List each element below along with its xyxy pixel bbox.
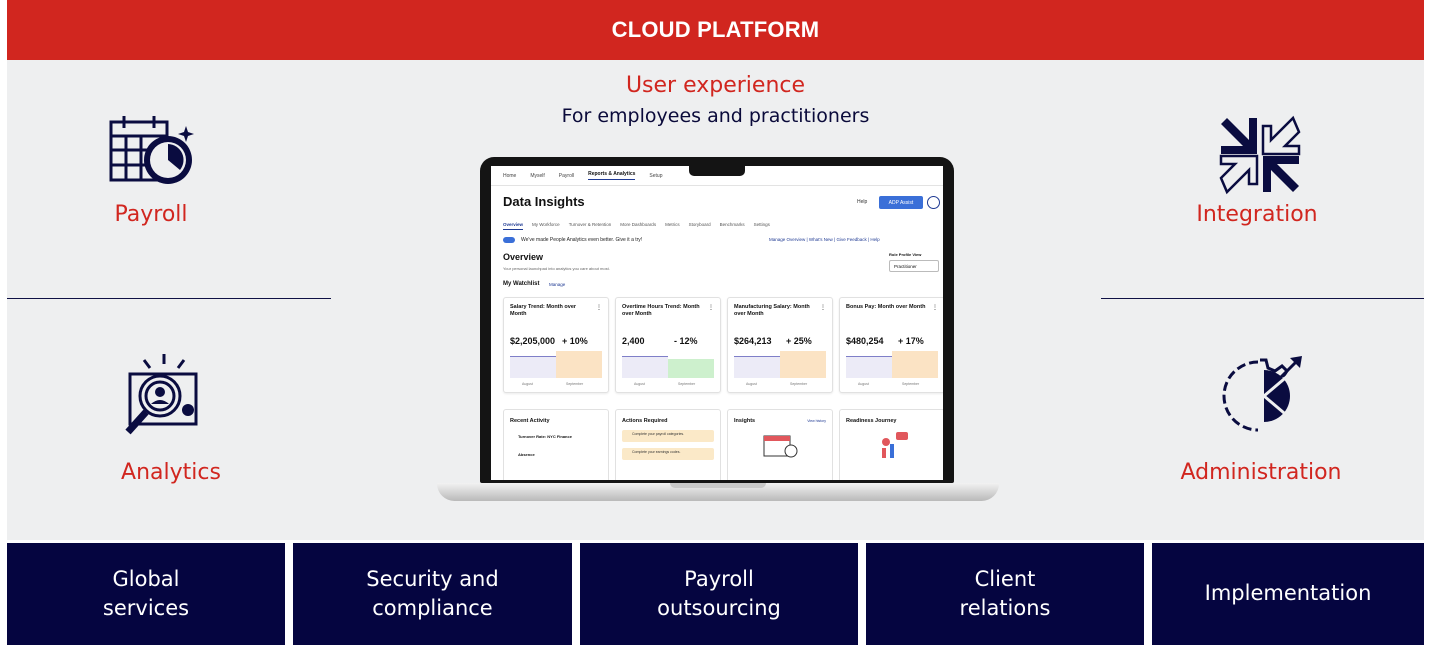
- tab-my-workforce[interactable]: My Workforce: [532, 222, 560, 230]
- watchlist-card[interactable]: Manufacturing Salary: Month over Month ⋮ $…: [727, 297, 833, 393]
- readiness-title: Readiness Journey: [846, 418, 897, 424]
- card-menu-icon[interactable]: ⋮: [708, 304, 714, 311]
- card-menu-icon[interactable]: ⋮: [596, 304, 602, 311]
- integration-label: Integration: [1196, 202, 1318, 227]
- global-services-box: Global services: [7, 543, 285, 645]
- insights-panel: Insights View history: [727, 409, 833, 480]
- readiness-illustration-icon: [882, 432, 908, 458]
- arrows-merge-icon: [1219, 115, 1301, 195]
- axis-label: September: [902, 382, 920, 386]
- action-item[interactable]: Complete your earnings codes.: [622, 448, 714, 460]
- card-title: Salary Trend: Month over Month: [510, 304, 577, 317]
- watchlist-heading: My Watchlist: [503, 281, 540, 287]
- current-month-bar: [780, 351, 826, 378]
- overview-heading: Overview: [503, 252, 544, 262]
- implementation-box: Implementation: [1152, 543, 1424, 645]
- tab-settings[interactable]: Settings: [754, 222, 770, 230]
- current-month-bar: [892, 351, 938, 378]
- card-change: - 12%: [674, 336, 698, 346]
- analytics-label: Analytics: [121, 460, 221, 485]
- card-change: + 17%: [898, 336, 924, 346]
- card-change: + 10%: [562, 336, 588, 346]
- laptop-screen: Home Myself Payroll Reports & Analytics …: [491, 166, 943, 480]
- favorite-icon[interactable]: [927, 196, 940, 209]
- tab-storyboard[interactable]: Storyboard: [689, 222, 711, 230]
- assist-button[interactable]: ADP Assist: [879, 196, 923, 209]
- card-value: 2,400: [622, 336, 645, 346]
- recent-activity-title: Recent Activity: [510, 418, 550, 424]
- nav-reports-analytics[interactable]: Reports & Analytics: [588, 171, 636, 180]
- recent-activity-panel: Recent Activity Turnover Rate: NYC Finan…: [503, 409, 609, 480]
- actions-required-panel: Actions Required Complete your payroll c…: [615, 409, 721, 480]
- axis-label: August: [858, 382, 869, 386]
- laptop-groove: [670, 483, 766, 488]
- payroll-outsourcing-box: Payroll outsourcing: [580, 543, 858, 645]
- tab-metrics[interactable]: Metrics: [665, 222, 680, 230]
- previous-month-bar: [510, 356, 556, 378]
- magnifier-analytics-icon: [125, 354, 198, 435]
- user-experience-title: User experience: [625, 73, 806, 98]
- activity-item[interactable]: Absence: [518, 452, 535, 457]
- help-link[interactable]: Help: [857, 199, 867, 205]
- camera-notch: [689, 166, 745, 176]
- card-title: Bonus Pay: Month over Month: [846, 304, 926, 310]
- payroll-label: Payroll: [114, 202, 188, 227]
- promo-text: We've made People Analytics even better.…: [521, 237, 643, 243]
- right-divider: [1101, 298, 1424, 299]
- nav-payroll[interactable]: Payroll: [559, 173, 574, 179]
- manage-link[interactable]: Manage: [549, 282, 565, 287]
- current-month-bar: [668, 359, 714, 378]
- axis-label: August: [746, 382, 757, 386]
- left-divider: [7, 298, 331, 299]
- watchlist-card[interactable]: Salary Trend: Month over Month ⋮ $2,205,00…: [503, 297, 609, 393]
- screen-title: Data Insights: [503, 194, 585, 209]
- tab-turnover[interactable]: Turnover & Retention: [569, 222, 612, 230]
- previous-month-bar: [846, 356, 892, 378]
- calendar-illustration-icon: [763, 435, 798, 458]
- role-profile-select[interactable]: Practitioner: [889, 260, 939, 272]
- card-change: + 25%: [786, 336, 812, 346]
- current-month-bar: [556, 351, 602, 378]
- nav-myself[interactable]: Myself: [530, 173, 544, 179]
- insights-title: Insights: [734, 418, 756, 424]
- screen-tabs: Overview My Workforce Turnover & Retenti…: [503, 222, 779, 230]
- administration-label: Administration: [1180, 460, 1342, 485]
- axis-label: September: [678, 382, 696, 386]
- card-value: $264,213: [734, 336, 772, 346]
- tab-overview[interactable]: Overview: [503, 222, 524, 230]
- role-profile-label: Role Profile View: [889, 252, 922, 257]
- client-relations-box: Client relations: [866, 543, 1144, 645]
- header-links[interactable]: Manage Overview | What's New | Give Feed…: [769, 237, 880, 242]
- axis-label: August: [634, 382, 645, 386]
- nav-setup[interactable]: Setup: [649, 173, 662, 179]
- view-history-link[interactable]: View history: [807, 419, 826, 423]
- tab-benchmarks[interactable]: Benchmarks: [720, 222, 745, 230]
- tab-more-dashboards[interactable]: More Dashboards: [620, 222, 656, 230]
- calendar-clock-icon: [109, 116, 194, 184]
- security-compliance-box: Security and compliance: [293, 543, 572, 645]
- readiness-panel: Readiness Journey: [839, 409, 943, 480]
- actions-required-title: Actions Required: [622, 418, 668, 424]
- axis-label: September: [566, 382, 584, 386]
- previous-month-bar: [734, 356, 780, 378]
- action-item[interactable]: Complete your payroll categories.: [622, 430, 714, 442]
- card-menu-icon[interactable]: ⋮: [932, 304, 938, 311]
- cloud-platform-banner: CLOUD PLATFORM: [7, 0, 1424, 60]
- card-title: Overtime Hours Trend: Month over Month: [622, 304, 700, 317]
- analytics-toggle[interactable]: [503, 237, 515, 243]
- card-menu-icon[interactable]: ⋮: [820, 304, 826, 311]
- nav-home[interactable]: Home: [503, 173, 516, 179]
- card-value: $2,205,000: [510, 336, 556, 346]
- watchlist-card[interactable]: Overtime Hours Trend: Month over Month ⋮ 2…: [615, 297, 721, 393]
- axis-label: August: [522, 382, 533, 386]
- card-value: $480,254: [846, 336, 884, 346]
- gear-pie-icon: [1222, 356, 1302, 432]
- activity-item[interactable]: Turnover Rate: NYC Finance: [518, 434, 572, 439]
- previous-month-bar: [622, 356, 668, 378]
- watchlist-card[interactable]: Bonus Pay: Month over Month ⋮ $480,254 + 17…: [839, 297, 943, 393]
- axis-label: September: [790, 382, 808, 386]
- overview-description: Your personal launchpad into analytics y…: [503, 266, 610, 271]
- card-title: Manufacturing Salary: Month over Month: [734, 304, 810, 317]
